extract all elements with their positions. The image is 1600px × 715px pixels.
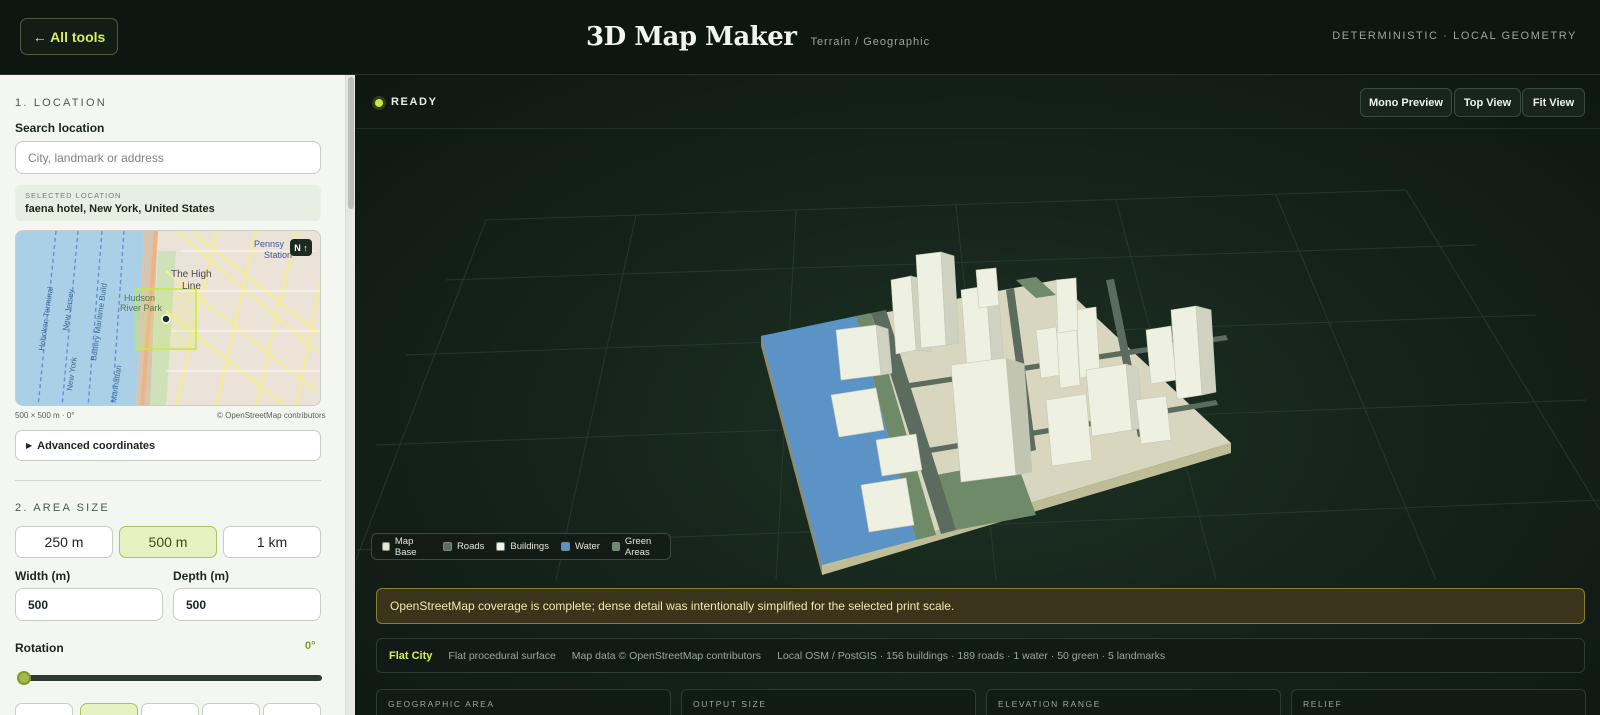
rotation-preset-5[interactable] <box>263 703 321 715</box>
map-legend: Map Base Roads Buildings Water Green Are… <box>371 533 671 560</box>
legend-item-buildings: Buildings <box>496 541 549 552</box>
map-label-hudson: Hudson <box>124 293 155 303</box>
rotation-preset-3[interactable] <box>141 703 199 715</box>
compass-north-icon: N ↑ <box>290 239 312 256</box>
3d-scene[interactable] <box>356 130 1600 580</box>
legend-swatch <box>496 542 506 551</box>
status-indicator-icon <box>375 99 383 107</box>
app-header: ← All tools 3D Map Maker Terrain / Geogr… <box>0 0 1600 75</box>
rotation-preset-1[interactable] <box>15 703 73 715</box>
selected-location-value: faena hotel, New York, United States <box>25 203 215 215</box>
map-viewport[interactable]: READY Mono Preview Top View Fit View Map… <box>356 75 1600 715</box>
info-stats: Local OSM / PostGIS · 156 buildings · 18… <box>777 649 1166 662</box>
top-view-button[interactable]: Top View <box>1454 88 1521 117</box>
area-preset-500m[interactable]: 500 m <box>119 526 217 558</box>
depth-input[interactable] <box>173 588 321 621</box>
settings-sidebar: 1. LOCATION Search location SELECTED LOC… <box>0 75 345 715</box>
legend-swatch <box>560 542 570 551</box>
viewport-toolbar: READY Mono Preview Top View Fit View <box>356 75 1600 129</box>
rotation-slider-thumb[interactable] <box>17 671 31 685</box>
search-location-input[interactable] <box>15 141 321 174</box>
header-tag: DETERMINISTIC · LOCAL GEOMETRY <box>1332 30 1577 42</box>
selected-location-box: SELECTED LOCATION faena hotel, New York,… <box>15 185 321 221</box>
coverage-warning-banner: OpenStreetMap coverage is complete; dens… <box>376 588 1585 624</box>
legend-item-green-areas: Green Areas <box>611 536 670 558</box>
map-scale-caption: 500 × 500 m · 0° <box>15 411 75 420</box>
depth-label: Depth (m) <box>173 569 229 583</box>
area-preset-250m[interactable]: 250 m <box>15 526 113 558</box>
info-attribution: Map data © OpenStreetMap contributors <box>571 649 762 662</box>
rotation-label: Rotation <box>15 641 64 655</box>
advanced-coordinates-toggle[interactable]: ▶ Advanced coordinates <box>15 430 321 461</box>
search-location-label: Search location <box>15 121 105 135</box>
map-label-river-park: River Park <box>120 303 163 313</box>
map-label-line: Line <box>182 281 201 292</box>
info-mode: Flat City <box>389 649 433 662</box>
section-divider <box>15 480 321 481</box>
width-label: Width (m) <box>15 569 71 583</box>
stat-card-geographic-area: GEOGRAPHIC AREA <box>376 689 671 715</box>
location-mini-map[interactable]: The High Line Hudson River Park Pennsy S… <box>15 230 321 406</box>
legend-swatch <box>382 542 390 551</box>
map-label-penn: Pennsy <box>254 239 285 249</box>
legend-item-water: Water <box>560 541 600 552</box>
advanced-coordinates-label: Advanced coordinates <box>37 439 156 452</box>
triangle-right-icon: ▶ <box>26 441 33 450</box>
map-attribution: © OpenStreetMap contributors <box>217 411 326 420</box>
rotation-value: 0° <box>305 640 316 652</box>
rotation-preset-4[interactable] <box>202 703 260 715</box>
legend-swatch <box>442 542 452 551</box>
all-tools-button[interactable]: ← All tools <box>20 18 118 55</box>
section-title-location: 1. LOCATION <box>15 97 107 109</box>
map-label-high-line: The High <box>171 269 212 280</box>
stat-card-relief: RELIEF <box>1291 689 1586 715</box>
page-subtitle: Terrain / Geographic <box>810 36 931 48</box>
selected-location-caption: SELECTED LOCATION <box>25 191 122 200</box>
mini-map-drawing: The High Line Hudson River Park Pennsy S… <box>16 231 320 405</box>
legend-item-map-base: Map Base <box>382 536 431 558</box>
river-area <box>16 231 144 405</box>
sidebar-scrollbar[interactable] <box>345 75 355 715</box>
legend-item-roads: Roads <box>442 541 484 552</box>
stat-card-output-size: OUTPUT SIZE <box>681 689 976 715</box>
info-surface: Flat procedural surface <box>448 649 556 662</box>
map-label-station: Station <box>264 250 292 260</box>
fit-view-button[interactable]: Fit View <box>1522 88 1585 117</box>
status-text: READY <box>391 96 438 108</box>
rotation-slider-track[interactable] <box>18 675 322 681</box>
page-title: 3D Map Maker <box>586 22 797 52</box>
title-group: 3D Map Maker Terrain / Geographic <box>586 22 930 52</box>
model-info-bar: Flat City Flat procedural surface Map da… <box>376 638 1585 673</box>
legend-swatch <box>611 542 620 551</box>
section-title-area: 2. AREA SIZE <box>15 502 110 514</box>
width-input[interactable] <box>15 588 163 621</box>
rotation-preset-2[interactable] <box>80 703 138 715</box>
area-preset-1km[interactable]: 1 km <box>223 526 321 558</box>
stat-card-elevation-range: ELEVATION RANGE <box>986 689 1281 715</box>
mono-preview-button[interactable]: Mono Preview <box>1360 88 1452 117</box>
location-pin-icon <box>161 314 171 324</box>
sidebar-scrollbar-thumb[interactable] <box>348 77 354 209</box>
